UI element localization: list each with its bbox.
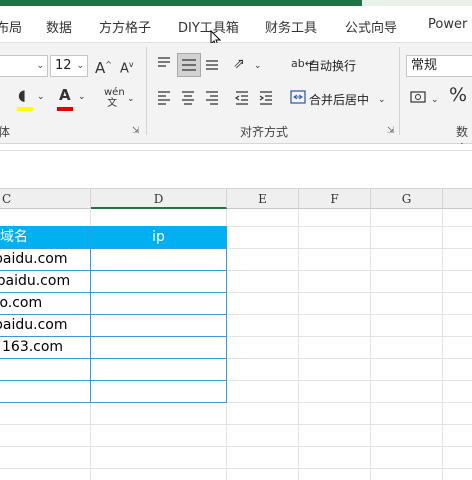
table-cell-ip[interactable] xyxy=(91,270,226,292)
dialog-launcher-icon[interactable]: ⇲ xyxy=(132,126,140,136)
phonetic-guide-icon[interactable]: wén 文 xyxy=(104,87,125,109)
table-cell-ip[interactable] xyxy=(91,336,226,358)
table-cell-ip[interactable] xyxy=(91,380,226,402)
table-cell-domain[interactable]: baidu.com xyxy=(0,314,90,336)
tab-finance-tools[interactable]: 财务工具 xyxy=(265,17,317,36)
tab-fangfang-gezi[interactable]: 方方格子 xyxy=(99,17,151,36)
font-color-icon[interactable]: A xyxy=(59,85,71,105)
separator xyxy=(146,47,147,135)
tab-diy-toolbox[interactable]: DIY工具箱 xyxy=(178,17,239,36)
table-header-ip[interactable]: ip xyxy=(91,226,226,248)
tab-data[interactable]: 数据 xyxy=(46,17,72,36)
font-color-swatch xyxy=(57,107,73,111)
table-cell-ip[interactable] xyxy=(91,292,226,314)
table-cell-domain[interactable]: 163.com xyxy=(2,336,90,358)
chevron-down-icon[interactable]: ⌄ xyxy=(78,87,86,107)
align-top-icon[interactable] xyxy=(156,55,172,71)
tab-formula-wizard[interactable]: 公式向导 xyxy=(345,17,397,36)
table-cell-domain[interactable] xyxy=(0,358,90,380)
chevron-down-icon: ⌄ xyxy=(36,61,44,71)
column-header-f[interactable]: F xyxy=(299,189,371,209)
font-size-value: 12 xyxy=(55,58,72,73)
table-border xyxy=(0,358,227,359)
fill-color-swatch xyxy=(17,107,33,111)
border-icon[interactable]: | xyxy=(0,87,1,107)
table-cell-domain[interactable]: baidu.com xyxy=(0,248,90,270)
divider xyxy=(0,150,472,151)
table-border xyxy=(0,292,227,293)
gridline xyxy=(298,209,299,480)
chevron-down-icon[interactable]: ⌄ xyxy=(378,90,386,110)
table-border xyxy=(0,402,227,403)
formula-bar-area xyxy=(0,144,472,189)
percent-style-icon[interactable]: % xyxy=(449,85,467,105)
table-cell-ip[interactable] xyxy=(91,248,226,270)
accounting-format-icon[interactable] xyxy=(410,89,428,105)
align-center-icon[interactable] xyxy=(180,89,196,105)
chevron-down-icon: ⌄ xyxy=(76,61,84,71)
table-border xyxy=(0,380,227,381)
table-cell-domain[interactable] xyxy=(0,380,90,402)
table-cell-ip[interactable] xyxy=(91,358,226,380)
align-left-icon[interactable] xyxy=(156,89,172,105)
chevron-down-icon[interactable]: ⌄ xyxy=(37,87,45,107)
table-border xyxy=(0,314,227,315)
gridline xyxy=(0,468,472,469)
alignment-group-label: 对齐方式 xyxy=(240,125,289,139)
table-cell-ip[interactable] xyxy=(91,314,226,336)
font-grow-icon[interactable]: A^ xyxy=(95,55,112,78)
align-bottom-icon[interactable] xyxy=(204,55,220,71)
chevron-down-icon[interactable]: ⌄ xyxy=(127,89,135,109)
tab-power-pivot[interactable]: Power P xyxy=(428,17,472,32)
wrap-text-button[interactable]: 自动换行 xyxy=(308,57,356,74)
merge-center-icon[interactable] xyxy=(290,89,306,105)
chevron-down-icon[interactable]: ⌄ xyxy=(254,56,262,76)
gridline xyxy=(442,209,443,480)
font-size-dropdown[interactable]: 12 ⌄ xyxy=(50,55,88,77)
table-cell-domain[interactable]: w.baidu.com xyxy=(0,270,90,292)
table-border xyxy=(0,270,227,271)
align-middle-icon[interactable] xyxy=(177,53,201,77)
dialog-launcher-icon[interactable]: ⇲ xyxy=(387,126,395,136)
ribbon: ⌄ 12⌄ A^ Av | ◖ ⌄ A ⌄ wén 文 ⌄ 体 ⇲ ⇗ ⌄ ab… xyxy=(0,43,472,156)
table-border xyxy=(0,336,227,337)
tab-page-layout[interactable]: 布局 xyxy=(0,17,22,36)
decrease-indent-icon[interactable] xyxy=(234,89,250,105)
table-border xyxy=(0,248,227,249)
number-format-dropdown[interactable]: 常规 xyxy=(406,55,472,77)
separator xyxy=(399,47,400,135)
gridline xyxy=(370,209,371,480)
column-header-d[interactable]: D xyxy=(91,189,227,209)
number-format-value: 常规 xyxy=(411,58,438,73)
gridline xyxy=(0,446,472,447)
worksheet-grid[interactable]: 域名 ip baidu.com w.baidu.com hao.com baid… xyxy=(0,209,472,480)
font-shrink-icon[interactable]: Av xyxy=(120,55,134,79)
font-name-dropdown[interactable]: ⌄ xyxy=(0,55,48,77)
font-group-label: 体 xyxy=(0,125,11,139)
chevron-down-icon[interactable]: ⌄ xyxy=(431,90,439,110)
table-cell-domain[interactable]: hao.com xyxy=(0,292,90,314)
table-header-domain[interactable]: 域名 xyxy=(0,226,90,248)
orientation-icon[interactable]: ⇗ xyxy=(233,54,245,74)
align-right-icon[interactable] xyxy=(204,89,220,105)
column-header-e[interactable]: E xyxy=(227,189,299,209)
column-header-h[interactable] xyxy=(443,189,472,209)
column-header-g[interactable]: G xyxy=(371,189,443,209)
merge-center-button[interactable]: 合并后居中 xyxy=(309,91,369,108)
ribbon-tabs: 布局 数据 方方格子 DIY工具箱 财务工具 公式向导 Power P xyxy=(0,6,472,47)
column-header-c[interactable]: C xyxy=(0,189,91,209)
increase-indent-icon[interactable] xyxy=(258,89,274,105)
fill-color-icon[interactable]: ◖ xyxy=(18,85,26,105)
gridline xyxy=(0,424,472,425)
